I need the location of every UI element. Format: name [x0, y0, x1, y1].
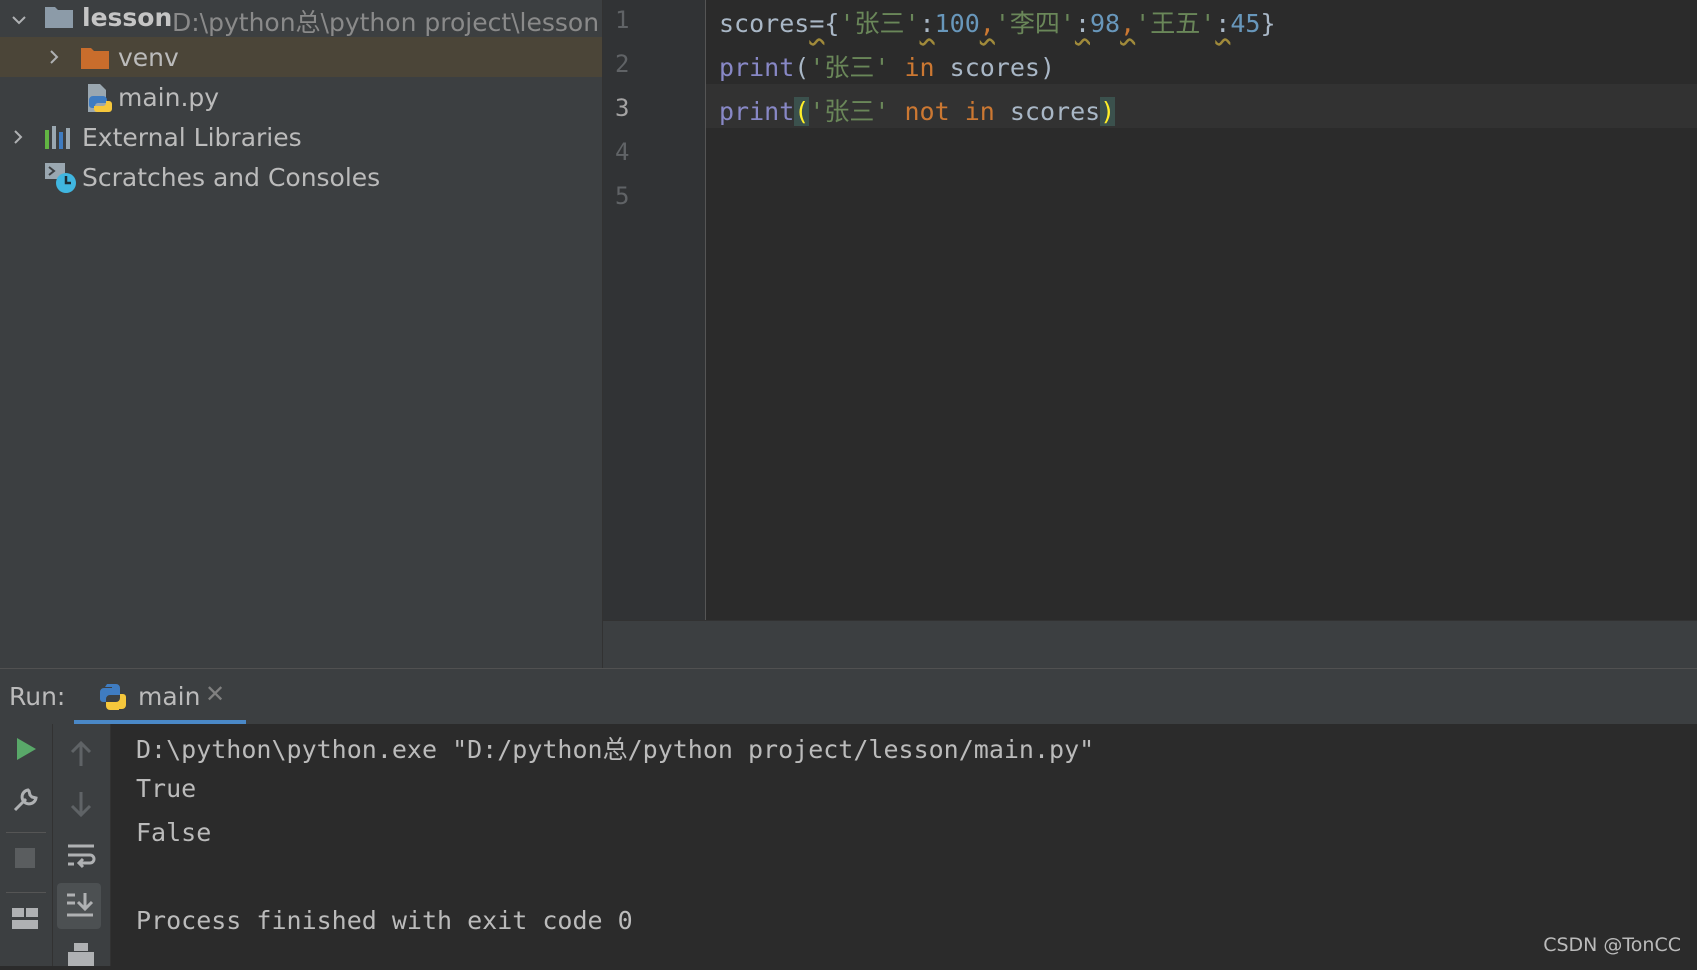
scroll-to-end-toggle[interactable]: [57, 883, 101, 929]
code-token: (: [794, 97, 810, 126]
rerun-icon[interactable]: [14, 736, 38, 766]
code-token: '张三': [839, 9, 920, 38]
code-token: 98: [1090, 9, 1121, 38]
soft-wrap-icon[interactable]: [66, 842, 96, 874]
code-token: '李四': [994, 9, 1075, 38]
tree-item-lesson[interactable]: lesson D:\python总\python project\lesson: [0, 0, 602, 40]
chevron-right-icon[interactable]: [9, 128, 27, 146]
folder-icon: [44, 3, 74, 35]
code-token: 45: [1230, 9, 1261, 38]
tree-item-venv[interactable]: venv: [0, 37, 602, 77]
code-token: {: [824, 9, 840, 38]
code-token: :: [1074, 9, 1090, 38]
console-line: True: [136, 774, 197, 803]
code-token: ): [1100, 97, 1116, 126]
chevron-down-icon[interactable]: [10, 11, 28, 29]
tree-item-label: Scratches and Consoles: [82, 163, 381, 192]
code-token: '王五': [1135, 9, 1216, 38]
run-toolbar-secondary: [53, 724, 111, 966]
close-icon[interactable]: ✕: [205, 680, 225, 708]
code-token: :: [1215, 9, 1231, 38]
arrow-up-icon[interactable]: [69, 740, 93, 772]
run-tab-main[interactable]: main ✕: [74, 669, 246, 725]
editor-status-strip: [603, 620, 1697, 669]
project-tool-window: lesson D:\python总\python project\lesson …: [0, 0, 603, 668]
python-file-icon: [84, 82, 114, 120]
layout-icon[interactable]: [11, 906, 39, 936]
console-line: False: [136, 818, 212, 847]
code-token: '张三': [809, 97, 890, 126]
library-icon: [44, 124, 74, 156]
code-token: ): [1039, 53, 1056, 82]
run-toolbar-primary: [0, 724, 53, 966]
tree-item-external-libraries[interactable]: External Libraries: [0, 117, 602, 157]
watermark: CSDN @TonCC: [1543, 934, 1681, 956]
wrench-icon[interactable]: [12, 786, 40, 818]
code-token: not in: [889, 97, 1010, 126]
line-number: 5: [615, 182, 630, 210]
toolbar-separator: [6, 892, 46, 893]
project-root-name: lesson: [82, 3, 173, 32]
line-number-gutter: 1 2 3 4 5: [603, 0, 706, 620]
code-token: scores: [949, 53, 1040, 82]
tree-item-label: External Libraries: [82, 123, 302, 152]
code-line-3[interactable]: print('张三' not in scores): [719, 92, 1116, 128]
line-number: 1: [615, 6, 630, 34]
code-token: :: [919, 9, 935, 38]
line-number: 2: [615, 50, 630, 78]
scratches-icon: [44, 161, 78, 201]
arrow-down-icon[interactable]: [69, 790, 93, 822]
code-token: 100: [934, 9, 980, 38]
scroll-to-end-icon: [65, 891, 95, 923]
code-line-1[interactable]: scores={'张三':100,'李四':98,'王五':45}: [719, 4, 1276, 40]
code-token: in: [889, 53, 950, 82]
tree-item-main-py[interactable]: main.py: [0, 77, 602, 117]
code-token: }: [1260, 9, 1276, 38]
code-line-2[interactable]: print('张三' in scores): [719, 48, 1055, 84]
console-line: D:\python\python.exe "D:/python总/python …: [136, 735, 1095, 764]
toolbar-separator: [6, 832, 46, 833]
code-token: scores: [1009, 97, 1101, 126]
project-root-path: D:\python总\python project\lesson: [172, 8, 600, 37]
line-number: 3: [615, 94, 630, 122]
python-icon: [98, 682, 128, 716]
console-line: Process finished with exit code 0: [136, 906, 633, 935]
chevron-right-icon[interactable]: [45, 48, 63, 66]
run-tab-label: main: [138, 682, 201, 711]
line-number: 4: [615, 138, 630, 166]
stop-icon[interactable]: [13, 846, 37, 874]
run-tool-window-header: Run: main ✕: [0, 668, 1697, 726]
code-token: print: [719, 97, 795, 126]
code-token: scores: [719, 9, 810, 38]
code-editor[interactable]: 1 2 3 4 5 scores={'张三':100,'李四':98,'王五':…: [603, 0, 1697, 620]
tree-item-label: main.py: [118, 83, 220, 112]
run-label: Run:: [9, 682, 66, 711]
code-token: (: [794, 53, 810, 82]
code-token: print: [719, 53, 795, 82]
code-token: '张三': [809, 53, 890, 82]
code-token: ,: [1120, 9, 1136, 38]
code-token: ,: [979, 9, 995, 38]
code-token: =: [809, 9, 825, 38]
folder-icon: [80, 44, 110, 76]
tree-item-scratches[interactable]: Scratches and Consoles: [0, 157, 602, 197]
tree-item-label: venv: [118, 43, 179, 72]
run-console-output[interactable]: D:\python\python.exe "D:/python总/python …: [111, 724, 1697, 966]
